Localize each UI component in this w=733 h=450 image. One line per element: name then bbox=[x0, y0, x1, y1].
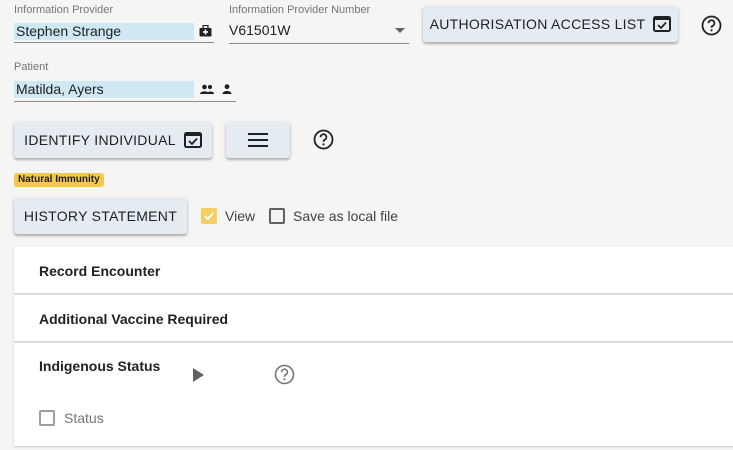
view-checkbox[interactable]: View bbox=[201, 208, 255, 224]
additional-vaccine-panel[interactable]: Additional Vaccine Required bbox=[14, 295, 733, 341]
people-icon[interactable] bbox=[200, 84, 214, 94]
history-button-label: HISTORY STATEMENT bbox=[23, 208, 178, 224]
patient-value: Matilda, Ayers bbox=[14, 80, 194, 98]
help-icon[interactable] bbox=[701, 15, 722, 36]
additional-vaccine-title: Additional Vaccine Required bbox=[39, 311, 229, 327]
help-icon[interactable] bbox=[274, 364, 295, 385]
play-arrow-icon[interactable] bbox=[192, 368, 204, 382]
patient-label: Patient bbox=[14, 61, 49, 73]
checkbox-window-icon bbox=[183, 132, 202, 148]
patient-field[interactable]: Patient Matilda, Ayers bbox=[14, 61, 236, 102]
identify-button-label: IDENTIFY INDIVIDUAL bbox=[24, 132, 176, 148]
record-encounter-panel[interactable]: Record Encounter bbox=[14, 247, 733, 293]
save-local-file-label: Save as local file bbox=[293, 208, 399, 224]
hamburger-menu-icon bbox=[248, 133, 268, 147]
provider-number-value: V61501W bbox=[229, 22, 291, 38]
indigenous-status-title: Indigenous Status bbox=[39, 358, 161, 374]
provider-value: Stephen Strange bbox=[14, 22, 194, 40]
view-label: View bbox=[225, 208, 256, 224]
indigenous-status-panel[interactable]: Indigenous Status Status bbox=[14, 343, 733, 446]
help-icon[interactable] bbox=[313, 129, 334, 150]
status-label: Status bbox=[64, 410, 104, 426]
checkbox-window-icon bbox=[653, 16, 672, 32]
natural-immunity-badge: Natural Immunity bbox=[14, 173, 104, 187]
provider-field[interactable]: Information Provider Stephen Strange bbox=[14, 4, 214, 43]
provider-number-select[interactable]: Information Provider Number V61501W bbox=[229, 4, 409, 44]
history-statement-button[interactable]: HISTORY STATEMENT bbox=[14, 198, 187, 234]
provider-number-label: Information Provider Number bbox=[229, 4, 371, 16]
save-local-file-checkbox[interactable]: Save as local file bbox=[269, 208, 398, 224]
provider-label: Information Provider bbox=[14, 4, 114, 16]
authorisation-button-label: AUTHORISATION ACCESS LIST bbox=[429, 16, 646, 32]
checkbox-checked-icon[interactable] bbox=[201, 208, 217, 224]
checkbox-unchecked-icon[interactable] bbox=[269, 208, 285, 224]
identify-individual-button[interactable]: IDENTIFY INDIVIDUAL bbox=[14, 122, 212, 158]
menu-button[interactable] bbox=[226, 122, 290, 158]
authorisation-access-list-button[interactable]: AUTHORISATION ACCESS LIST bbox=[423, 6, 678, 42]
medical-bag-icon[interactable] bbox=[199, 25, 212, 37]
status-checkbox[interactable]: Status bbox=[39, 410, 104, 426]
dropdown-arrow-icon[interactable] bbox=[395, 28, 405, 33]
person-icon[interactable] bbox=[222, 84, 232, 94]
record-encounter-title: Record Encounter bbox=[39, 263, 161, 279]
checkbox-unchecked-icon[interactable] bbox=[39, 410, 55, 426]
